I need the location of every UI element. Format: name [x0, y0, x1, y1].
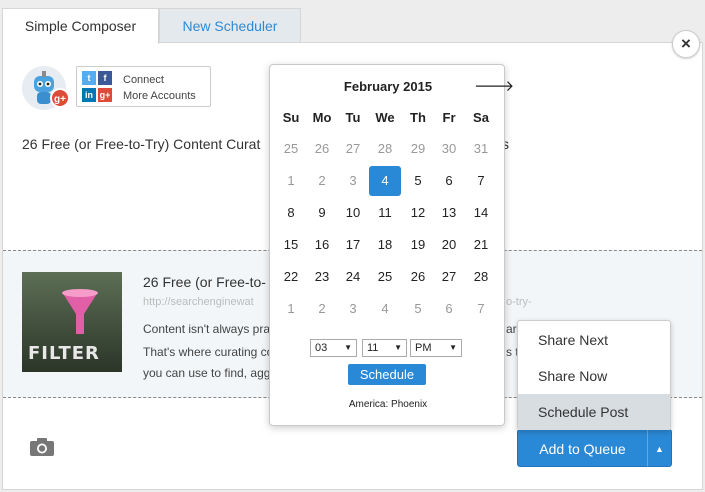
day-cell[interactable]: 7	[465, 294, 497, 324]
day-cell[interactable]: 4	[369, 294, 401, 324]
day-cell[interactable]: 27	[337, 134, 369, 164]
share-now-option[interactable]: Share Now	[518, 358, 670, 394]
day-cell[interactable]: 7	[465, 166, 497, 196]
share-next-option[interactable]: Share Next	[518, 322, 670, 358]
next-month-arrow-icon[interactable]: 🡒	[474, 76, 514, 95]
weekday-header: We	[375, 110, 395, 125]
day-cell[interactable]: 5	[402, 166, 434, 196]
day-cell[interactable]: 2	[306, 294, 338, 324]
google-plus-icon: g+	[98, 88, 112, 102]
caret-up-icon: ▲	[655, 444, 664, 454]
day-cell[interactable]: 3	[337, 294, 369, 324]
chevron-down-icon: ▼	[449, 343, 457, 352]
schedule-button[interactable]: Schedule	[348, 364, 426, 385]
connect-more-accounts-button[interactable]: t f in g+ Connect More Accounts	[76, 66, 211, 107]
day-cell[interactable]: 11	[369, 198, 401, 228]
link-description-line-end: ar	[506, 322, 517, 336]
day-cell[interactable]: 13	[433, 198, 465, 228]
chevron-down-icon: ▼	[344, 343, 352, 352]
day-cell[interactable]: 23	[306, 262, 338, 292]
connect-label: Connect More Accounts	[123, 74, 196, 102]
day-cell[interactable]: 25	[275, 134, 307, 164]
date-picker: February 2015 🡒 Su Mo Tu We Th Fr Sa 25 26 27 28 2…	[269, 64, 514, 426]
day-cell[interactable]: 9	[306, 198, 338, 228]
ampm-select[interactable]: PM ▼	[410, 339, 462, 357]
day-cell[interactable]: 24	[337, 262, 369, 292]
month-title: February 2015	[343, 79, 433, 94]
weekday-header: Sa	[473, 110, 489, 125]
twitter-icon: t	[82, 71, 96, 85]
close-icon: ×	[681, 34, 691, 53]
day-cell[interactable]: 27	[433, 262, 465, 292]
camera-icon[interactable]	[29, 437, 55, 457]
link-url-end: o-try-	[506, 296, 532, 308]
funnel-icon	[62, 289, 98, 334]
weekday-header: Fr	[442, 110, 456, 125]
tab-new-scheduler[interactable]: New Scheduler	[159, 8, 301, 43]
day-cell[interactable]: 16	[306, 230, 338, 260]
weekday-header: Mo	[312, 110, 332, 125]
schedule-post-option[interactable]: Schedule Post	[518, 394, 670, 430]
post-textarea[interactable]: 26 Free (or Free-to-Try) Content Curat	[22, 136, 260, 152]
link-description-line: That's where curating co	[143, 345, 274, 359]
add-to-queue-button[interactable]: Add to Queue	[517, 429, 648, 467]
day-cell[interactable]: 25	[369, 262, 401, 292]
close-button[interactable]: ×	[672, 30, 700, 58]
weekday-header: Th	[410, 110, 426, 125]
day-cell[interactable]: 26	[306, 134, 338, 164]
day-cell[interactable]: 6	[433, 166, 465, 196]
day-cell[interactable]: 2	[306, 166, 338, 196]
linkedin-icon: in	[82, 88, 96, 102]
day-cell[interactable]: 12	[402, 198, 434, 228]
chevron-down-icon: ▼	[394, 343, 402, 352]
day-cell[interactable]: 10	[337, 198, 369, 228]
day-cell[interactable]: 8	[275, 198, 307, 228]
day-cell[interactable]: 15	[275, 230, 307, 260]
google-plus-badge-icon: g+	[50, 88, 70, 108]
tab-simple-composer[interactable]: Simple Composer	[2, 8, 159, 44]
day-cell[interactable]: 5	[402, 294, 434, 324]
day-cell[interactable]: 30	[433, 134, 465, 164]
day-cell[interactable]: 17	[337, 230, 369, 260]
link-description-line: Content isn't always pra	[143, 322, 271, 336]
day-cell[interactable]: 20	[433, 230, 465, 260]
minute-select[interactable]: 11 ▼	[362, 339, 407, 357]
day-cell[interactable]: 19	[402, 230, 434, 260]
day-cell[interactable]: 22	[275, 262, 307, 292]
day-cell[interactable]: 1	[275, 294, 307, 324]
day-cell[interactable]: 29	[402, 134, 434, 164]
facebook-icon: f	[98, 71, 112, 85]
weekday-header: Tu	[345, 110, 361, 125]
link-url: http://searchenginewat	[143, 296, 254, 308]
weekday-header: Su	[282, 110, 300, 125]
day-cell[interactable]: 28	[465, 262, 497, 292]
timezone-label: America: Phoenix	[348, 399, 428, 410]
day-cell[interactable]: 14	[465, 198, 497, 228]
link-title[interactable]: 26 Free (or Free-to-	[143, 274, 266, 290]
day-cell[interactable]: 21	[465, 230, 497, 260]
day-cell[interactable]: 18	[369, 230, 401, 260]
day-cell[interactable]: 28	[369, 134, 401, 164]
day-cell[interactable]: 1	[275, 166, 307, 196]
day-cell[interactable]: 26	[402, 262, 434, 292]
day-cell[interactable]: 31	[465, 134, 497, 164]
day-cell[interactable]: 3	[337, 166, 369, 196]
hour-select[interactable]: 03 ▼	[310, 339, 357, 357]
link-description-line: you can use to find, agg	[143, 366, 271, 380]
day-cell[interactable]: 6	[433, 294, 465, 324]
share-dropdown: Share Next Share Now Schedule Post	[517, 320, 671, 430]
thumbnail-label: FILTER	[28, 343, 100, 364]
selected-day-cell[interactable]: 4	[369, 166, 401, 196]
queue-options-button[interactable]: ▲	[647, 429, 672, 467]
composer-tabs: Simple Composer New Scheduler	[0, 0, 705, 44]
link-thumbnail[interactable]: FILTER	[22, 272, 122, 372]
